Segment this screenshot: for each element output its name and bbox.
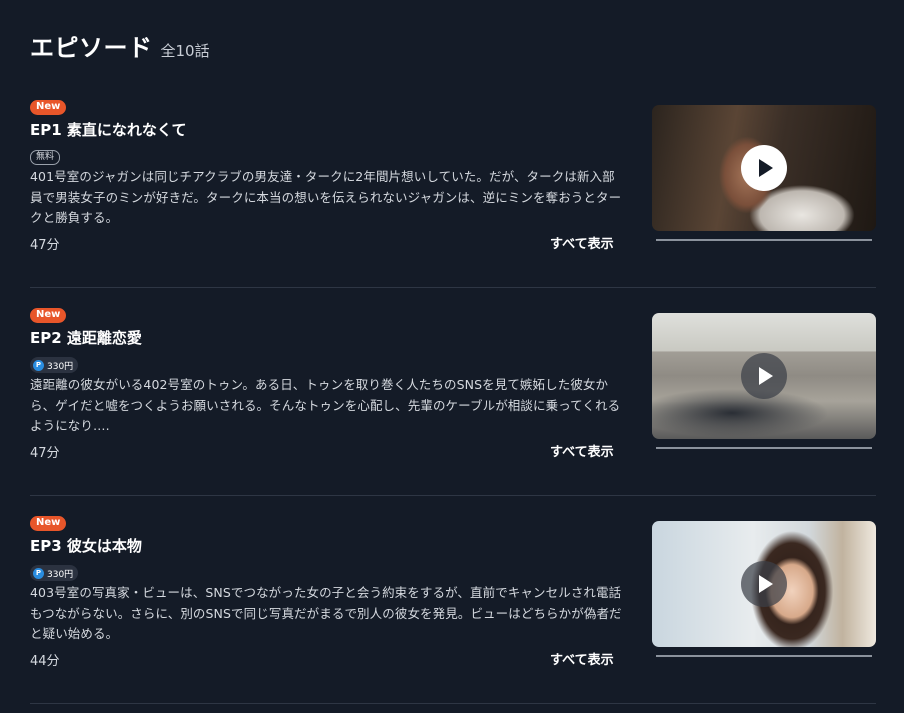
- price-row: P 330円: [30, 352, 622, 373]
- episode-description: 403号室の写真家・ビューは、SNSでつながった女の子と会う約束をするが、直前で…: [30, 585, 622, 641]
- episode-thumbnail[interactable]: [652, 313, 876, 439]
- episode-description: 401号室のジャガンは同じチアクラブの男友達・タークに2年間片想いしていた。だが…: [30, 169, 622, 225]
- episode-duration: 47分: [30, 238, 60, 253]
- episode-info: New EP3 彼女は本物 P 330円 403号室の写真家・ビューは、SNSで…: [30, 510, 622, 645]
- free-badge: 無料: [30, 150, 61, 165]
- price-badge: P 330円: [30, 565, 79, 581]
- episode-duration: 47分: [30, 446, 60, 461]
- play-icon[interactable]: [741, 561, 787, 607]
- episode-duration: 44分: [30, 654, 60, 669]
- episode-list: New EP1 素直になれなくて 無料 401号室のジャガンは同じチアクラブの男…: [30, 80, 876, 704]
- show-all-button[interactable]: すべて表示: [550, 649, 614, 668]
- episode-title[interactable]: EP2 遠距離恋愛: [30, 328, 622, 348]
- price-badge: P 330円: [30, 357, 79, 373]
- new-badge: New: [30, 308, 67, 323]
- episode-item-3[interactable]: New EP3 彼女は本物 P 330円 403号室の写真家・ビューは、SNSで…: [30, 496, 876, 704]
- progress-bar: [656, 447, 872, 449]
- episode-thumbnail-wrap[interactable]: [652, 521, 876, 657]
- price-row: 無料: [30, 144, 622, 165]
- price-row: P 330円: [30, 560, 622, 581]
- section-title: エピソード: [30, 34, 153, 62]
- episode-title[interactable]: EP1 素直になれなくて: [30, 120, 622, 140]
- play-icon[interactable]: [741, 145, 787, 191]
- episode-title[interactable]: EP3 彼女は本物: [30, 536, 622, 556]
- play-icon[interactable]: [741, 353, 787, 399]
- episode-info: New EP1 素直になれなくて 無料 401号室のジャガンは同じチアクラブの男…: [30, 94, 622, 229]
- episode-thumbnail-wrap[interactable]: [652, 105, 876, 241]
- new-badge: New: [30, 100, 67, 115]
- show-all-button[interactable]: すべて表示: [550, 233, 614, 252]
- episode-thumbnail-wrap[interactable]: [652, 313, 876, 449]
- point-coin-icon: P: [33, 359, 44, 371]
- point-coin-icon: P: [33, 567, 44, 579]
- new-badge: New: [30, 516, 67, 531]
- episode-description: 遠距離の彼女がいる402号室のトゥン。ある日、トゥンを取り巻く人たちのSNSを見…: [30, 377, 621, 433]
- episode-info: New EP2 遠距離恋愛 P 330円 遠距離の彼女がいる402号室のトゥン。…: [30, 302, 622, 437]
- episode-count: 全10話: [160, 42, 210, 60]
- section-header: エピソード 全10話: [30, 28, 210, 63]
- episode-item-1[interactable]: New EP1 素直になれなくて 無料 401号室のジャガンは同じチアクラブの男…: [30, 80, 876, 288]
- show-all-button[interactable]: すべて表示: [550, 441, 614, 460]
- price-label: 330円: [47, 569, 74, 580]
- progress-bar: [656, 655, 872, 657]
- progress-bar: [656, 239, 872, 241]
- episode-thumbnail[interactable]: [652, 521, 876, 647]
- episode-thumbnail[interactable]: [652, 105, 876, 231]
- episode-page: エピソード 全10話 New EP1 素直になれなくて 無料 401号室のジャガ…: [0, 0, 904, 713]
- price-label: 330円: [47, 361, 74, 372]
- episode-item-2[interactable]: New EP2 遠距離恋愛 P 330円 遠距離の彼女がいる402号室のトゥン。…: [30, 288, 876, 496]
